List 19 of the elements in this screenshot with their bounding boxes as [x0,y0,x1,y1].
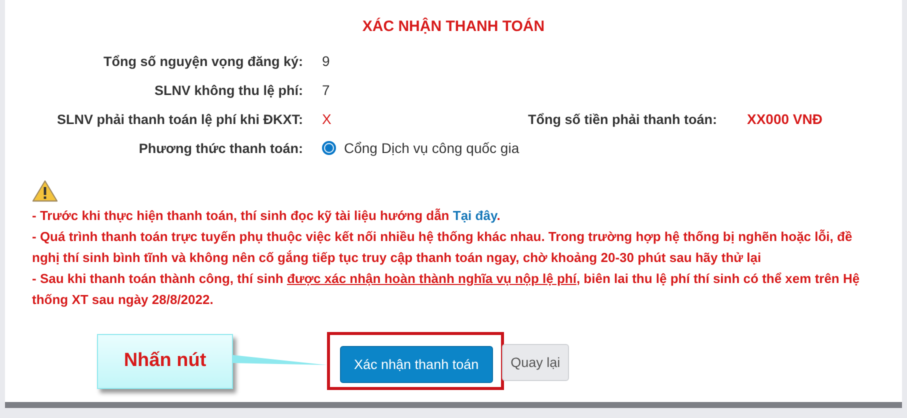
page-title: XÁC NHẬN THANH TOÁN [361,18,546,35]
notice-text: - Sau khi thanh toán thành công, thí sinh được xác nhận hoàn thành nghĩa vụ nộp lệ phí, biên lai thu lệ phí thí sinh có thể xem trên Hệ thống XT sau ngày 28/8/2022. [32,270,861,309]
field-label: SLNV không thu lệ phí: [154,82,303,98]
field-value: 9 [322,53,331,69]
field-label: SLNV phải thanh toán lệ phí khi ĐKXT: [56,112,303,126]
radio-label: Cổng Dịch vụ công quốc gia [344,140,520,156]
warning-icon [32,180,58,202]
field-label: Phương thức thanh toán: [138,140,303,156]
confirm-payment-button[interactable]: Xác nhận thanh toán [340,346,493,383]
field-label: Tổng số tiền phải thanh toán: [527,112,717,126]
callout-label: Nhấn nút [97,334,233,388]
radio-button[interactable] [322,141,336,155]
field-value: 7 [322,82,331,98]
notice-text: - Trước khi thực hiện thanh toán, thí sinh đọc kỹ tài liệu hướng dẫn Tại đây. [32,207,502,225]
back-button[interactable]: Quay lại [502,344,570,380]
guide-link[interactable]: Tại đây [452,208,497,223]
field-value: X [322,111,332,127]
field-value: XX000 VNĐ [747,111,824,127]
field-label: Tổng số nguyện vọng đăng ký: [102,54,303,68]
